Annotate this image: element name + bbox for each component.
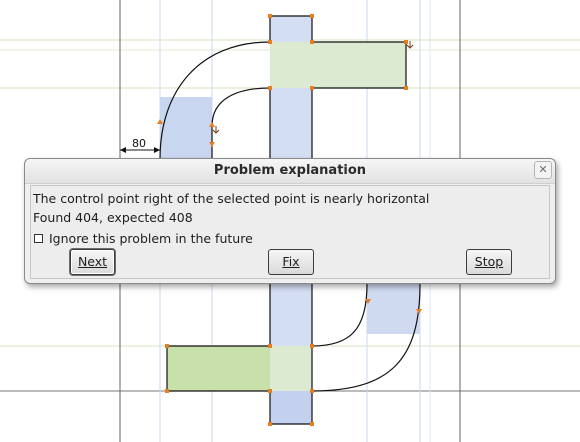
- ignore-problem-checkbox[interactable]: Ignore this problem in the future: [33, 231, 253, 246]
- dimension-label: 80: [132, 137, 146, 150]
- dialog-title: Problem explanation: [213, 163, 367, 178]
- dialog-body: The control point right of the selected …: [30, 185, 550, 279]
- stop-button[interactable]: Stop: [466, 249, 512, 275]
- close-icon[interactable]: ✕: [534, 161, 552, 179]
- checkbox-box[interactable]: [34, 234, 43, 243]
- problem-dialog: Problem explanation ✕ The control point …: [24, 158, 556, 284]
- dialog-titlebar[interactable]: Problem explanation ✕: [25, 159, 555, 184]
- next-button[interactable]: Next: [70, 249, 115, 275]
- fix-button[interactable]: Fix: [268, 249, 314, 275]
- problem-message: The control point right of the selected …: [33, 191, 430, 206]
- problem-detail: Found 404, expected 408: [33, 210, 193, 225]
- dimension-marker: 80: [120, 137, 160, 153]
- ignore-problem-label: Ignore this problem in the future: [49, 231, 253, 246]
